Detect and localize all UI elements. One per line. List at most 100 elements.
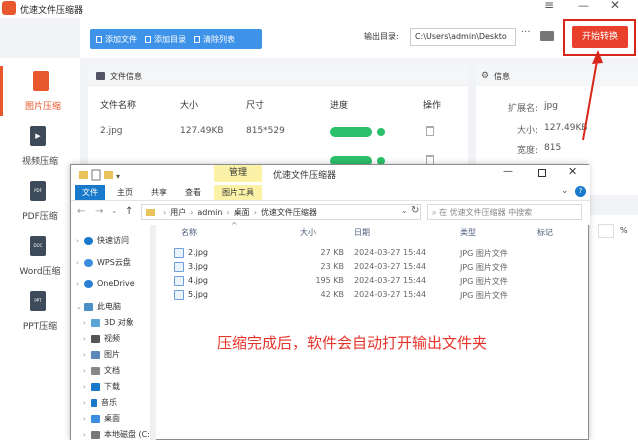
clear-list-label: 清除列表	[203, 34, 235, 44]
breadcrumb-item[interactable]: 用户	[170, 207, 186, 218]
column-header-dimensions: 尺寸	[246, 101, 265, 111]
app-logo-icon	[2, 1, 16, 15]
cloud-icon	[84, 258, 93, 267]
add-file-button[interactable]: 添加文件	[96, 34, 137, 45]
column-header-date[interactable]: 日期	[354, 227, 370, 238]
search-input[interactable]: ⌕ 在 优速文件压缩器 中搜索	[427, 204, 582, 220]
address-bar[interactable]: › 用户 › admin › 桌面 › 优速文件压缩器	[141, 204, 421, 220]
add-file-label: 添加文件	[105, 34, 137, 44]
breadcrumb-item[interactable]: 优速文件压缩器	[261, 207, 317, 218]
minimize-icon[interactable]: —	[503, 166, 513, 177]
column-header-type[interactable]: 类型	[460, 227, 476, 238]
file-name: 3.jpg	[188, 262, 209, 271]
onedrive-icon	[84, 279, 93, 288]
file-name: 2.jpg	[188, 248, 209, 257]
chevron-down-icon[interactable]: ⌄	[401, 206, 408, 215]
tab-view[interactable]: 查看	[185, 187, 201, 198]
download-icon	[91, 382, 100, 391]
chevron-down-icon[interactable]: ⌄	[561, 186, 569, 196]
maximize-icon[interactable]	[538, 169, 546, 177]
column-header-size: 大小	[180, 101, 199, 111]
title-bar	[0, 0, 638, 18]
chevron-down-icon[interactable]: ⌄	[111, 206, 118, 215]
open-folder-icon[interactable]	[540, 31, 554, 41]
sidebar: 图片压缩 ▶ 视频压缩 PDF PDF压缩 DOC Word压缩 PPT PPT…	[0, 58, 80, 440]
file-dimensions: 815*529	[246, 126, 285, 136]
add-folder-label: 添加目录	[154, 34, 186, 44]
sidebar-item-ppt-compress[interactable]: PPT PPT压缩	[0, 286, 80, 336]
menu-icon[interactable]: ≡	[544, 0, 554, 12]
tree-item-downloads[interactable]: › 下载	[83, 381, 120, 392]
file-date: 2024-03-27 15:44	[354, 262, 427, 271]
toolbar-button-group: 添加文件 添加目录 清除列表	[90, 29, 262, 49]
search-icon: ⌕	[432, 208, 440, 217]
column-header-progress: 进度	[330, 101, 349, 111]
tree-item-local-disk[interactable]: › 本地磁盘 (C:)	[83, 429, 153, 440]
tree-scrollbar[interactable]	[151, 225, 156, 440]
tab-share[interactable]: 共享	[151, 187, 167, 198]
sidebar-item-label: 视频压缩	[21, 157, 58, 167]
sidebar-item-label: 图片压缩	[24, 102, 61, 112]
tab-home[interactable]: 主页	[117, 187, 133, 198]
file-size: 23 KB	[320, 262, 344, 271]
sidebar-item-pdf-compress[interactable]: PDF PDF压缩	[0, 176, 80, 226]
tree-item-label: 本地磁盘 (C:)	[104, 430, 154, 439]
tree-item-videos[interactable]: › 视频	[83, 333, 120, 344]
refresh-icon[interactable]: ↻	[411, 205, 419, 216]
image-file-icon	[174, 248, 184, 258]
add-folder-button[interactable]: 添加目录	[145, 34, 186, 45]
output-directory-label: 输出目录:	[364, 32, 399, 41]
sidebar-item-word-compress[interactable]: DOC Word压缩	[0, 231, 80, 281]
info-value: jpg	[544, 101, 558, 111]
tree-item-this-pc[interactable]: ⌄ 此电脑	[76, 301, 121, 312]
column-header-size[interactable]: 大小	[300, 227, 316, 238]
list-item[interactable]: 2.jpg 27 KB 2024-03-27 15:44 JPG 图片文件	[174, 247, 574, 260]
tree-item-music[interactable]: › 音乐	[83, 397, 117, 408]
add-folder-icon	[145, 35, 151, 43]
more-options-button[interactable]: ···	[521, 27, 531, 38]
tree-item-wps-cloud[interactable]: › WPS云盘	[76, 257, 131, 268]
tree-item-desktop[interactable]: › 桌面	[83, 413, 120, 424]
clear-list-button[interactable]: 清除列表	[194, 34, 235, 45]
list-item[interactable]: 4.jpg 195 KB 2024-03-27 15:44 JPG 图片文件	[174, 275, 574, 288]
tree-item-label: 音乐	[101, 398, 117, 407]
forward-arrow-icon[interactable]: →	[95, 206, 103, 217]
breadcrumb-item[interactable]: 桌面	[234, 207, 250, 218]
delete-icon[interactable]	[426, 126, 434, 136]
tree-item-pictures[interactable]: › 图片	[83, 349, 120, 360]
file-name: 5.jpg	[188, 290, 209, 299]
tree-item-label: 视频	[104, 334, 120, 343]
back-arrow-icon[interactable]: ←	[77, 206, 85, 217]
help-icon[interactable]: ?	[575, 186, 586, 197]
close-icon[interactable]: ✕	[610, 0, 620, 12]
info-value: 127.49KB	[544, 123, 588, 133]
close-icon[interactable]: ✕	[568, 165, 577, 178]
list-item[interactable]: 5.jpg 42 KB 2024-03-27 15:44 JPG 图片文件	[174, 289, 574, 302]
column-header-tags[interactable]: 标记	[537, 227, 553, 238]
clear-list-icon	[194, 35, 200, 43]
image-icon	[96, 72, 105, 80]
manage-context-tab[interactable]: 管理	[214, 165, 262, 182]
tab-picture-tools[interactable]: 图片工具	[214, 185, 262, 200]
sidebar-item-image-compress[interactable]: 图片压缩	[0, 66, 80, 116]
tree-item-label: 图片	[104, 350, 120, 359]
star-icon	[84, 236, 93, 245]
tree-item-onedrive[interactable]: › OneDrive	[76, 279, 135, 288]
tree-item-label: 3D 对象	[104, 318, 134, 327]
up-arrow-icon[interactable]: ↑	[125, 206, 133, 217]
minimize-icon[interactable]: —	[578, 0, 589, 12]
tab-file[interactable]: 文件	[75, 185, 105, 200]
tree-item-label: OneDrive	[97, 279, 135, 288]
tree-item-3d-objects[interactable]: › 3D 对象	[83, 317, 134, 328]
tree-item-documents[interactable]: › 文档	[83, 365, 120, 376]
list-item[interactable]: 3.jpg 23 KB 2024-03-27 15:44 JPG 图片文件	[174, 261, 574, 274]
stepper-field[interactable]	[598, 224, 614, 238]
column-header-name[interactable]: 名称	[181, 227, 197, 238]
output-directory-field[interactable]: C:\Users\admin\Deskto	[410, 28, 516, 46]
breadcrumb-item[interactable]: admin	[197, 208, 222, 217]
tree-item-label: WPS云盘	[97, 258, 131, 267]
complete-dot-icon	[377, 128, 385, 136]
file-type: JPG 图片文件	[460, 263, 508, 272]
sidebar-item-video-compress[interactable]: ▶ 视频压缩	[0, 121, 80, 171]
tree-item-quick-access[interactable]: › 快速访问	[76, 235, 129, 246]
